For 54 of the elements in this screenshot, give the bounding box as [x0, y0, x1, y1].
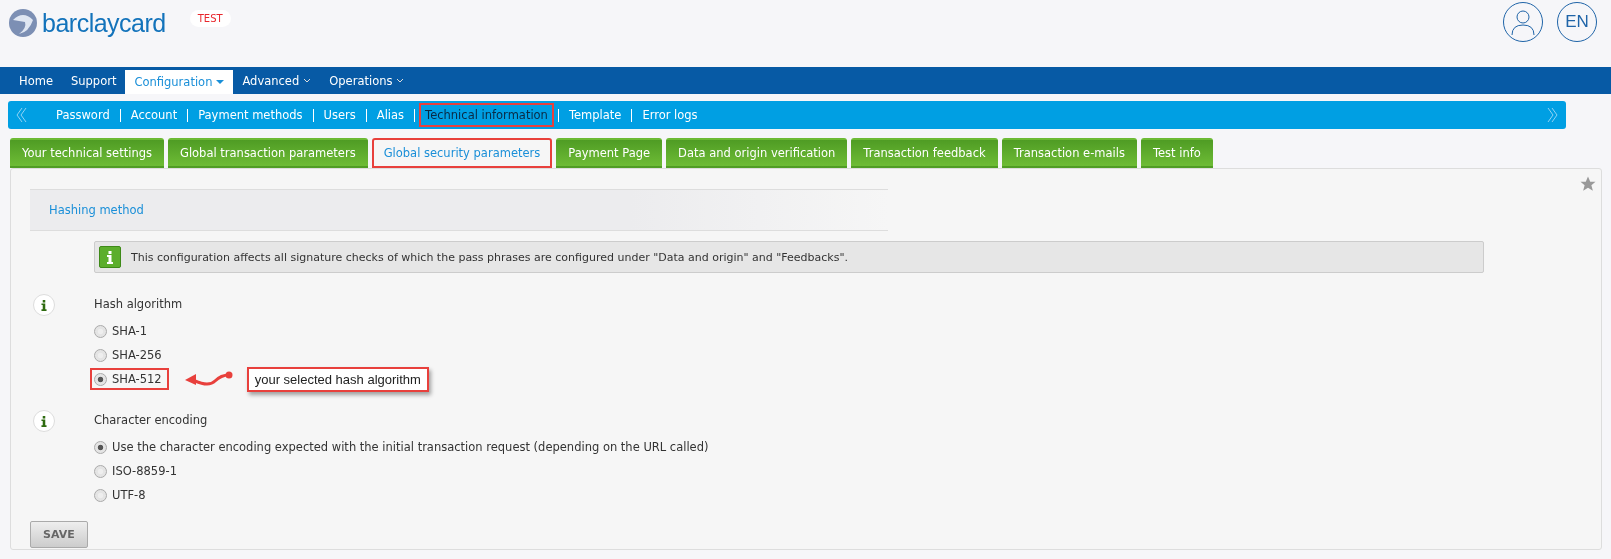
tab[interactable]: Global security parameters: [371, 138, 553, 168]
brand-name: barclaycard: [42, 8, 166, 38]
nav-label: Operations: [329, 73, 393, 88]
save-button[interactable]: SAVE: [30, 521, 88, 548]
radio-option[interactable]: UTF-8: [90, 484, 153, 506]
tab[interactable]: Data and origin verification: [666, 138, 848, 168]
radio-button[interactable]: [94, 488, 107, 502]
submenu-link[interactable]: Account: [124, 103, 184, 127]
tab[interactable]: Transaction e-mails: [1001, 138, 1137, 168]
radio-button[interactable]: [94, 464, 107, 478]
submenu-link[interactable]: Alias: [370, 103, 411, 127]
nav-menu-item[interactable]: Configuration: [125, 70, 234, 94]
user-icon: [1510, 8, 1536, 36]
field-label: Character encoding: [94, 413, 209, 427]
info-icon[interactable]: [33, 410, 55, 432]
submenu-link[interactable]: Password: [50, 103, 116, 127]
tab[interactable]: Payment Page: [556, 138, 663, 168]
radio-option[interactable]: ISO-8859-1: [90, 460, 184, 482]
nav-label: Advanced: [242, 73, 300, 88]
submenu-link[interactable]: Error logs: [636, 103, 704, 127]
section-header: Hashing method: [30, 189, 888, 231]
field-label: Hash algorithm: [94, 297, 184, 311]
radio-option[interactable]: SHA-512: [90, 368, 169, 390]
radio-option[interactable]: SHA-256: [90, 344, 169, 366]
radio-button[interactable]: [94, 440, 107, 454]
tab[interactable]: Your technical settings: [10, 138, 164, 168]
environment-badge: TEST: [189, 10, 231, 27]
nav-label: Home: [19, 73, 53, 88]
tab[interactable]: Test info: [1140, 138, 1213, 168]
logo-icon: [8, 8, 38, 38]
nav-label: Configuration: [134, 75, 213, 89]
annotation-callout: your selected hash algorithm: [246, 366, 429, 392]
radio-option[interactable]: SHA-1: [90, 320, 155, 342]
nav-menu-item[interactable]: Home: [10, 67, 62, 94]
scroll-left-icon[interactable]: [16, 107, 28, 123]
scroll-right-icon[interactable]: [1546, 107, 1558, 123]
submenu-link[interactable]: Template: [562, 103, 628, 127]
nav-menu-item[interactable]: Support: [61, 67, 126, 94]
submenu-link[interactable]: Technical information: [419, 103, 554, 127]
info-icon[interactable]: [33, 294, 55, 316]
info-icon: [99, 246, 121, 268]
tab[interactable]: Transaction feedback: [851, 138, 998, 168]
submenu-link[interactable]: Users: [317, 103, 362, 127]
notice-text: This configuration affects all signature checks of which the pass phrases are configured under "Data and origin" and "Feedbacks".: [131, 250, 848, 264]
nav-menu-item[interactable]: Operations: [320, 67, 414, 94]
nav-menu-item[interactable]: Advanced: [233, 67, 321, 94]
tab[interactable]: Global transaction parameters: [167, 138, 368, 168]
radio-button[interactable]: [94, 324, 107, 338]
radio-button[interactable]: [94, 372, 107, 386]
radio-button[interactable]: [94, 348, 107, 362]
radio-option[interactable]: Use the character encoding expected with the initial transaction request (depending on the URL called): [90, 436, 716, 458]
star-icon[interactable]: [1579, 175, 1597, 193]
nav-label: Support: [70, 73, 117, 88]
submenu-link[interactable]: Payment methods: [192, 103, 309, 127]
